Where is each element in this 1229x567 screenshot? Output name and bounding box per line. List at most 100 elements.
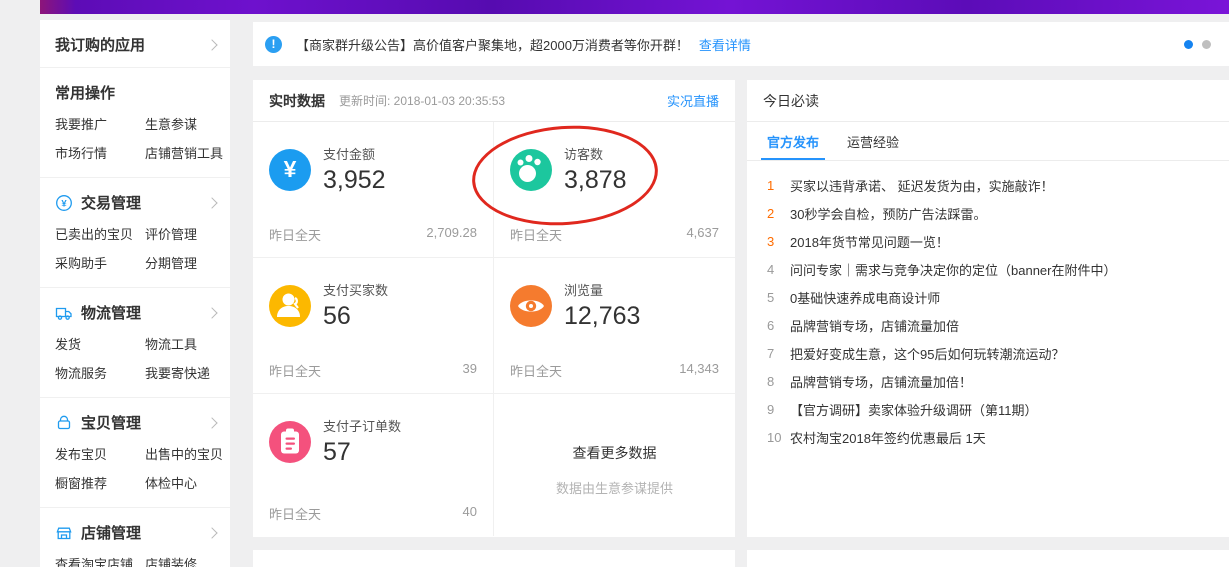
footer-label: 昨日全天 bbox=[510, 225, 562, 244]
more-data-cell: 查看更多数据 数据由生意参谋提供 bbox=[494, 394, 735, 536]
announcement-text: 【商家群升级公告】高价值客户聚集地，超2000万消费者等你开群！ bbox=[296, 35, 689, 54]
sidebar-link-promote[interactable]: 我要推广 bbox=[55, 117, 145, 132]
metric-footer: 昨日全天 2,709.28 bbox=[269, 225, 477, 244]
data-source-note: 数据由生意参谋提供 bbox=[556, 478, 673, 497]
metric-card-pageviews[interactable]: 浏览量 12,763 昨日全天 14,343 bbox=[494, 258, 735, 394]
sidebar-link-sycm[interactable]: 生意参谋 bbox=[145, 117, 223, 132]
announcement-link[interactable]: 查看详情 bbox=[699, 35, 751, 54]
chevron-right-icon bbox=[206, 307, 217, 318]
item-number: 2 bbox=[767, 206, 790, 221]
list-item[interactable]: 2 30秒学会自检，预防广告法踩雷。 bbox=[767, 199, 1209, 227]
sidebar-link-logistics-tools[interactable]: 物流工具 bbox=[145, 337, 222, 352]
sidebar-link-market[interactable]: 市场行情 bbox=[55, 146, 145, 161]
metric-card-pay-suborders[interactable]: 支付子订单数 57 昨日全天 40 bbox=[253, 394, 494, 536]
must-read-tabs: 官方发布 运营经验 bbox=[747, 122, 1229, 161]
item-text: 农村淘宝2018年签约优惠最后 1天 bbox=[790, 428, 986, 447]
tab-official-release[interactable]: 官方发布 bbox=[767, 122, 819, 160]
item-text: 0基础快速养成电商设计师 bbox=[790, 288, 940, 307]
list-item[interactable]: 4 问问专家｜需求与竞争决定你的定位（banner在附件中） bbox=[767, 255, 1209, 283]
metric-label: 浏览量 bbox=[564, 280, 640, 299]
seller-dashboard: 我订购的应用 常用操作 我要推广 生意参谋 市场行情 店铺营销工具 ¥ 交易管理 bbox=[0, 0, 1229, 567]
list-item[interactable]: 6 品牌营销专场，店铺流量加倍 bbox=[767, 311, 1209, 339]
bottom-right-panel bbox=[747, 550, 1229, 567]
metric-footer: 昨日全天 4,637 bbox=[510, 225, 719, 244]
sidebar-item-logistics[interactable]: 物流管理 bbox=[55, 302, 222, 323]
list-item[interactable]: 3 2018年货节常见问题一览！ bbox=[767, 227, 1209, 255]
sidebar-link-checkup-center[interactable]: 体检中心 bbox=[145, 476, 223, 491]
sidebar-link-installments[interactable]: 分期管理 bbox=[145, 256, 222, 271]
item-text: 【官方调研】卖家体验升级调研（第11期） bbox=[790, 400, 1038, 419]
sidebar-link-publish-item[interactable]: 发布宝贝 bbox=[55, 447, 145, 462]
list-item[interactable]: 5 0基础快速养成电商设计师 bbox=[767, 283, 1209, 311]
section-title-label: 交易管理 bbox=[81, 192, 141, 213]
list-item[interactable]: 7 把爱好变成生意，这个95后如何玩转潮流运动？ bbox=[767, 339, 1209, 367]
sidebar-link-purchase-assist[interactable]: 采购助手 bbox=[55, 256, 145, 271]
view-more-data-link[interactable]: 查看更多数据 bbox=[573, 443, 657, 463]
section-title-common-ops: 常用操作 bbox=[55, 82, 222, 103]
metric-meta: 支付子订单数 57 bbox=[323, 416, 401, 467]
item-number: 7 bbox=[767, 346, 790, 361]
item-text: 品牌营销专场，店铺流量加倍！ bbox=[790, 372, 972, 391]
metric-label: 支付金额 bbox=[323, 144, 386, 163]
sidebar-link-view-shop[interactable]: 查看淘宝店铺 bbox=[55, 557, 145, 567]
metric-top: 支付买家数 56 bbox=[269, 280, 477, 331]
buyer-icon bbox=[269, 285, 311, 327]
truck-icon bbox=[55, 304, 73, 322]
metric-card-pay-amount[interactable]: ¥ 支付金额 3,952 昨日全天 2,709.28 bbox=[253, 122, 494, 258]
item-number: 9 bbox=[767, 402, 790, 417]
metric-footer: 昨日全天 40 bbox=[269, 504, 477, 523]
sidebar-link-sold-items[interactable]: 已卖出的宝贝 bbox=[55, 227, 145, 242]
footer-value: 40 bbox=[463, 504, 477, 523]
section-links: 我要推广 生意参谋 市场行情 店铺营销工具 bbox=[55, 117, 222, 161]
must-read-list: 1 买家以违背承诺、 延迟发货为由，实施敲诈！ 2 30秒学会自检，预防广告法踩… bbox=[747, 161, 1229, 451]
item-text: 品牌营销专场，店铺流量加倍 bbox=[790, 316, 959, 335]
sidebar-link-logistics-service[interactable]: 物流服务 bbox=[55, 366, 145, 381]
sidebar-link-on-sale[interactable]: 出售中的宝贝 bbox=[145, 447, 223, 462]
section-title-label: 店铺管理 bbox=[81, 522, 141, 543]
chevron-right-icon bbox=[206, 527, 217, 538]
metric-meta: 支付买家数 56 bbox=[323, 280, 388, 331]
footer-label: 昨日全天 bbox=[510, 361, 562, 380]
bag-icon bbox=[55, 414, 73, 432]
item-text: 买家以违背承诺、 延迟发货为由，实施敲诈！ bbox=[790, 176, 1054, 195]
sidebar-item-trade[interactable]: ¥ 交易管理 bbox=[55, 192, 222, 213]
metric-card-visitors[interactable]: 访客数 3,878 昨日全天 4,637 bbox=[494, 122, 735, 258]
metric-grid: ¥ 支付金额 3,952 昨日全天 2,709.28 bbox=[253, 122, 735, 536]
must-read-panel: 今日必读 官方发布 运营经验 1 买家以违背承诺、 延迟发货为由，实施敲诈！ 2… bbox=[747, 80, 1229, 537]
sidebar-section-items: 宝贝管理 发布宝贝 出售中的宝贝 橱窗推荐 体检中心 bbox=[40, 398, 230, 508]
bottom-left-panel bbox=[253, 550, 735, 567]
chevron-right-icon bbox=[206, 417, 217, 428]
sidebar-link-ship[interactable]: 发货 bbox=[55, 337, 145, 352]
sidebar-link-send-express[interactable]: 我要寄快递 bbox=[145, 366, 222, 381]
eye-icon bbox=[510, 285, 552, 327]
metric-card-pay-buyers[interactable]: 支付买家数 56 昨日全天 39 bbox=[253, 258, 494, 394]
realtime-panel-header: 实时数据 更新时间: 2018-01-03 20:35:53 实况直播 bbox=[253, 80, 735, 122]
svg-text:¥: ¥ bbox=[61, 198, 67, 209]
sidebar-item-shop[interactable]: 店铺管理 bbox=[55, 522, 222, 543]
metric-top: 支付子订单数 57 bbox=[269, 416, 477, 467]
sidebar-link-shop-decorate[interactable]: 店铺装修 bbox=[145, 557, 223, 567]
sidebar: 我订购的应用 常用操作 我要推广 生意参谋 市场行情 店铺营销工具 ¥ 交易管理 bbox=[40, 20, 230, 567]
sidebar-link-reviews[interactable]: 评价管理 bbox=[145, 227, 222, 242]
carousel-dot-2[interactable] bbox=[1202, 40, 1211, 49]
footer-label: 昨日全天 bbox=[269, 361, 321, 380]
live-broadcast-link[interactable]: 实况直播 bbox=[667, 91, 719, 110]
list-item[interactable]: 8 品牌营销专场，店铺流量加倍！ bbox=[767, 367, 1209, 395]
yuan-circle-icon: ¥ bbox=[55, 194, 73, 212]
sidebar-item-items[interactable]: 宝贝管理 bbox=[55, 412, 222, 433]
metric-value: 57 bbox=[323, 438, 401, 467]
section-links: 发布宝贝 出售中的宝贝 橱窗推荐 体检中心 bbox=[55, 447, 222, 491]
carousel-dot-1[interactable] bbox=[1184, 40, 1193, 49]
metric-value: 56 bbox=[323, 302, 388, 331]
sidebar-item-my-apps[interactable]: 我订购的应用 bbox=[40, 20, 230, 68]
chevron-right-icon bbox=[206, 39, 217, 50]
sidebar-link-showcase[interactable]: 橱窗推荐 bbox=[55, 476, 145, 491]
sidebar-link-marketing-tools[interactable]: 店铺营销工具 bbox=[145, 146, 223, 161]
tab-operation-experience[interactable]: 运营经验 bbox=[847, 122, 899, 160]
item-text: 问问专家｜需求与竞争决定你的定位（banner在附件中） bbox=[790, 260, 1116, 279]
section-title-label: 物流管理 bbox=[81, 302, 141, 323]
list-item[interactable]: 10 农村淘宝2018年签约优惠最后 1天 bbox=[767, 423, 1209, 451]
must-read-header: 今日必读 bbox=[747, 80, 1229, 122]
list-item[interactable]: 9 【官方调研】卖家体验升级调研（第11期） bbox=[767, 395, 1209, 423]
list-item[interactable]: 1 买家以违背承诺、 延迟发货为由，实施敲诈！ bbox=[767, 171, 1209, 199]
